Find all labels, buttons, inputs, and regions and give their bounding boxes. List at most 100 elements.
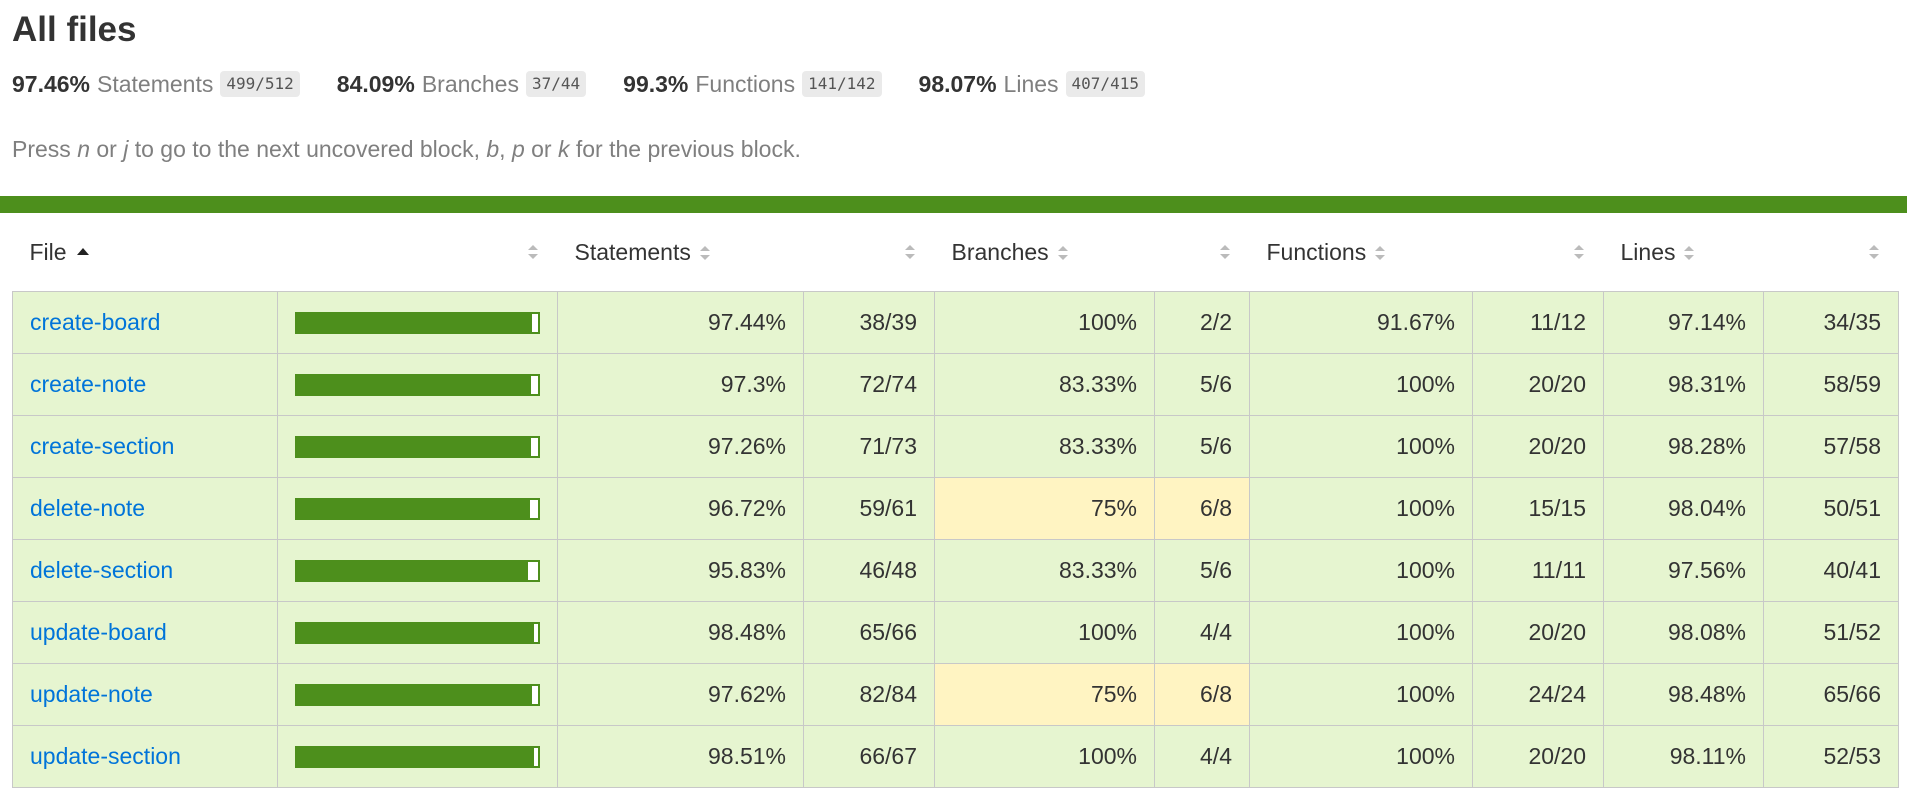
key-p: p — [511, 136, 525, 162]
lines-pct: 97.14% — [1603, 291, 1764, 354]
file-link[interactable]: create-note — [30, 371, 146, 397]
coverage-table-wrapper: File Statements Branches Functions Lines… — [0, 213, 1907, 788]
statements-fraction: 71/73 — [803, 415, 935, 478]
header-statements[interactable]: Statements — [557, 213, 804, 292]
summary-pct: 99.3% — [623, 70, 689, 97]
file-link[interactable]: create-section — [30, 433, 174, 459]
branches-fraction: 4/4 — [1154, 725, 1250, 788]
file-cell: update-note — [12, 663, 278, 726]
page-title: All files — [12, 10, 137, 49]
sort-icon — [1375, 245, 1386, 261]
table-body: create-board 97.44% 38/39 100% 2/2 91.67% 11/1… — [12, 291, 1899, 788]
statements-pct: 97.26% — [557, 415, 804, 478]
coverage-bar — [295, 621, 540, 644]
statements-fraction: 82/84 — [803, 663, 935, 726]
functions-fraction: 15/15 — [1472, 477, 1604, 540]
sort-asc-icon — [76, 247, 89, 255]
branches-pct: 100% — [934, 725, 1155, 788]
functions-fraction: 11/11 — [1472, 539, 1604, 602]
table-row: create-section 97.26% 71/73 83.33% 5/6 100% 20… — [12, 415, 1899, 478]
coverage-bar-cell — [277, 725, 558, 788]
file-cell: update-board — [12, 601, 278, 664]
functions-fraction: 20/20 — [1472, 415, 1604, 478]
branches-pct: 100% — [934, 291, 1155, 354]
file-link[interactable]: update-board — [30, 619, 167, 645]
statements-fraction: 66/67 — [803, 725, 935, 788]
header-file[interactable]: File — [12, 213, 278, 292]
sort-icon — [1573, 244, 1584, 260]
branches-fraction: 5/6 — [1154, 353, 1250, 416]
lines-pct: 98.08% — [1603, 601, 1764, 664]
header-lines-raw[interactable] — [1763, 213, 1899, 292]
coverage-bar — [295, 745, 540, 768]
branches-fraction: 5/6 — [1154, 539, 1250, 602]
branches-pct: 83.33% — [934, 415, 1155, 478]
coverage-bar-fill — [297, 623, 535, 642]
file-link[interactable]: update-note — [30, 681, 153, 707]
branches-pct: 100% — [934, 601, 1155, 664]
functions-fraction: 20/20 — [1472, 725, 1604, 788]
file-cell: delete-section — [12, 539, 278, 602]
key-k: k — [557, 136, 570, 162]
sort-icon — [1684, 245, 1695, 261]
file-link[interactable]: delete-section — [30, 557, 173, 583]
coverage-bar — [295, 435, 540, 458]
header-lines[interactable]: Lines — [1603, 213, 1764, 292]
header-branches-raw[interactable] — [1154, 213, 1250, 292]
file-link[interactable]: delete-note — [30, 495, 145, 521]
keyboard-hint: Press n or j to go to the next uncovered… — [12, 136, 801, 162]
sort-icon — [1057, 245, 1068, 261]
lines-fraction: 50/51 — [1763, 477, 1899, 540]
functions-fraction: 20/20 — [1472, 601, 1604, 664]
lines-pct: 98.48% — [1603, 663, 1764, 726]
coverage-bar — [295, 311, 540, 334]
lines-pct: 98.04% — [1603, 477, 1764, 540]
sort-icon — [1868, 244, 1879, 260]
summary-label: Functions — [695, 70, 796, 97]
functions-fraction: 24/24 — [1472, 663, 1604, 726]
statements-fraction: 46/48 — [803, 539, 935, 602]
coverage-bar-fill — [297, 685, 533, 704]
header-functions-raw[interactable] — [1472, 213, 1604, 292]
lines-fraction: 52/53 — [1763, 725, 1899, 788]
lines-fraction: 51/52 — [1763, 601, 1899, 664]
summary-fraction: 499/512 — [220, 71, 300, 97]
lines-pct: 98.31% — [1603, 353, 1764, 416]
statements-fraction: 65/66 — [803, 601, 935, 664]
statements-fraction: 59/61 — [803, 477, 935, 540]
coverage-bar-cell — [277, 601, 558, 664]
lines-fraction: 65/66 — [1763, 663, 1899, 726]
file-link[interactable]: update-section — [30, 743, 181, 769]
summary-fraction: 141/142 — [802, 71, 882, 97]
statements-pct: 97.62% — [557, 663, 804, 726]
header-branches[interactable]: Branches — [934, 213, 1155, 292]
summary-lines: 98.07% Lines 407/415 — [919, 71, 1145, 98]
coverage-bar — [295, 559, 540, 582]
coverage-table: File Statements Branches Functions Lines… — [12, 213, 1899, 788]
branches-fraction: 6/8 — [1154, 477, 1250, 540]
coverage-bar-fill — [297, 437, 532, 456]
summary-pct: 97.46% — [12, 70, 91, 97]
functions-pct: 100% — [1249, 477, 1473, 540]
lines-pct: 98.11% — [1603, 725, 1764, 788]
lines-pct: 98.28% — [1603, 415, 1764, 478]
table-row: update-note 97.62% 82/84 75% 6/8 100% 24/24 98.… — [12, 663, 1899, 726]
coverage-bar-fill — [297, 561, 528, 580]
coverage-bar-fill — [297, 747, 535, 766]
key-b: b — [486, 136, 500, 162]
functions-pct: 100% — [1249, 725, 1473, 788]
branches-fraction: 5/6 — [1154, 415, 1250, 478]
branches-fraction: 4/4 — [1154, 601, 1250, 664]
coverage-bar — [295, 497, 540, 520]
table-row: create-note 97.3% 72/74 83.33% 5/6 100% 20/20 9… — [12, 353, 1899, 416]
coverage-bar — [295, 683, 540, 706]
file-link[interactable]: create-board — [30, 309, 160, 335]
sort-icon — [527, 244, 538, 260]
header-functions[interactable]: Functions — [1249, 213, 1473, 292]
sort-icon — [699, 245, 710, 261]
branches-pct: 75% — [934, 663, 1155, 726]
coverage-bar — [295, 373, 540, 396]
header-statements-raw[interactable] — [803, 213, 935, 292]
header-file-bar[interactable] — [277, 213, 558, 292]
summary-functions: 99.3% Functions 141/142 — [623, 70, 882, 98]
